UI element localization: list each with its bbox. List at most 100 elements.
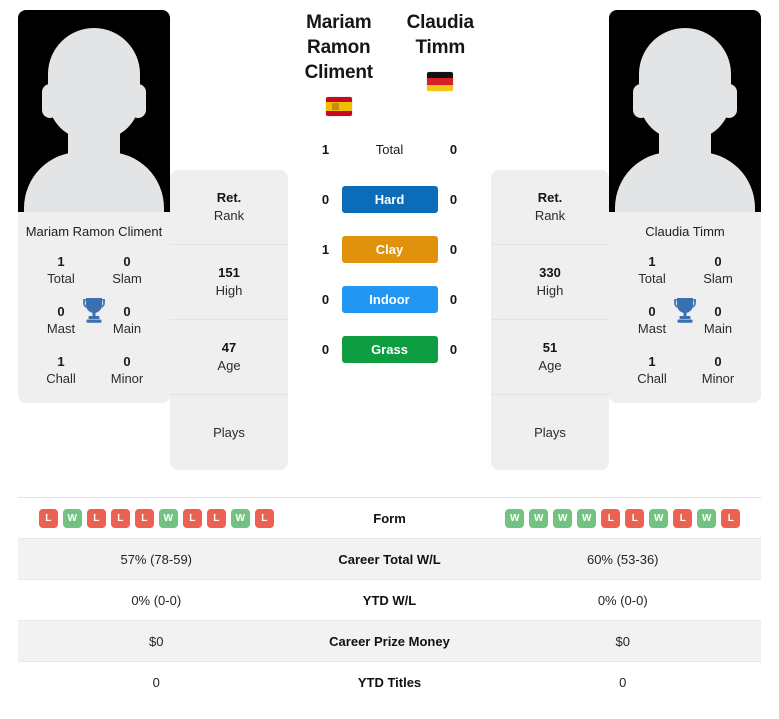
career-total-wl-right: 60% (53-36): [586, 551, 659, 567]
form-badge[interactable]: W: [230, 508, 250, 528]
player-stack-left: Ret. Rank 151 High 47 Age Plays: [170, 170, 288, 470]
stack-plays-right: Plays: [534, 424, 566, 440]
table-row-label: YTD W/L: [362, 592, 417, 608]
titles-row-3-right: 1 Chall 0 Minor: [613, 353, 757, 387]
surface-row-indoor: 0 Indoor 0: [318, 286, 462, 313]
form-badge[interactable]: L: [254, 508, 274, 528]
table-row-ytd-wl: 0% (0-0) YTD W/L 0% (0-0): [18, 580, 761, 621]
titles-slam-right: 0 Slam: [703, 254, 733, 286]
center-column: Mariam Ramon Climent Claudia Timm 1 Tota…: [288, 10, 491, 363]
titles-row-3-left: 1 Chall 0 Minor: [22, 353, 166, 387]
trophy-icon: [81, 296, 107, 324]
player-stack-right: Ret. Rank 330 High 51 Age Plays: [491, 170, 609, 470]
surface-grass-right-value: 0: [449, 342, 458, 357]
form-badge[interactable]: L: [721, 508, 741, 528]
surface-clay-right-value: 0: [449, 242, 458, 257]
stack-age-right: 51 Age: [491, 320, 609, 395]
form-badge[interactable]: W: [158, 508, 178, 528]
surface-hard-left-value: 0: [321, 192, 330, 207]
surface-row-hard: 0 Hard 0: [318, 186, 462, 213]
titles-chall-left: 1 Chall: [46, 354, 76, 386]
career-prize-money-right: $0: [615, 633, 630, 649]
avatar-body-icon: [615, 152, 755, 212]
ytd-titles-left: 0: [152, 675, 160, 690]
surface-row-grass: 0 Grass 0: [318, 336, 462, 363]
form-badges-right: WWWWLLWLWL: [485, 508, 762, 528]
titles-mast-right: 0 Mast: [637, 304, 667, 336]
form-badge[interactable]: W: [577, 508, 597, 528]
table-row-career-total-wl: 57% (78-59) Career Total W/L 60% (53-36): [18, 539, 761, 580]
table-row-ytd-titles: 0 YTD Titles 0: [18, 662, 761, 703]
player-title-right: Claudia Timm: [390, 10, 492, 91]
avatar-ear-right-icon: [130, 84, 146, 118]
form-badge[interactable]: L: [110, 508, 130, 528]
titles-chall-right: 1 Chall: [637, 354, 667, 386]
titles-minor-right: 0 Minor: [701, 354, 735, 386]
career-prize-money-left: $0: [149, 633, 164, 649]
player-title-left: Mariam Ramon Climent: [288, 10, 390, 116]
form-badge[interactable]: W: [553, 508, 573, 528]
player-comparison-page: Mariam Ramon Climent 1 Total 0 Slam 0 Ma…: [0, 0, 779, 719]
stack-high-right: 330 High: [491, 245, 609, 320]
surface-clay-pill[interactable]: Clay: [341, 236, 438, 263]
table-row-career-prize-money: $0 Career Prize Money $0: [18, 621, 761, 662]
surface-indoor-pill[interactable]: Indoor: [341, 286, 438, 313]
surface-row-total: 1 Total 0: [318, 136, 462, 163]
surface-total-left-value: 1: [321, 142, 330, 157]
form-badge[interactable]: W: [697, 508, 717, 528]
surface-total-label: Total: [375, 142, 404, 157]
titles-main-left: 0 Main: [112, 304, 142, 336]
titles-main-right: 0 Main: [703, 304, 733, 336]
surface-row-clay: 1 Clay 0: [318, 236, 462, 263]
surface-grass-left-value: 0: [321, 342, 330, 357]
titles-row-1-left: 1 Total 0 Slam: [22, 253, 166, 287]
form-badge[interactable]: L: [601, 508, 621, 528]
ytd-wl-left: 0% (0-0): [131, 592, 182, 608]
flag-spain-icon: [325, 97, 352, 116]
player-avatar-left: [18, 10, 170, 212]
stack-rank-left: Ret. Rank: [170, 170, 288, 245]
form-badges-left: LWLLLWLLWL: [18, 508, 295, 528]
player-card-right: Claudia Timm 1 Total 0 Slam 0 Mast 0 Mai…: [609, 10, 761, 403]
form-badge[interactable]: L: [38, 508, 58, 528]
ytd-wl-right: 0% (0-0): [597, 592, 648, 608]
surface-hard-right-value: 0: [449, 192, 458, 207]
surface-clay-left-value: 1: [321, 242, 330, 257]
form-badge[interactable]: L: [206, 508, 226, 528]
surface-total-right-value: 0: [449, 142, 458, 157]
avatar-body-icon: [24, 152, 164, 212]
surface-indoor-left-value: 0: [321, 292, 330, 307]
form-badge[interactable]: L: [625, 508, 645, 528]
surface-breakdown: 1 Total 0 0 Hard 0 1 Clay 0 0 Indoor 0 0…: [318, 136, 462, 363]
form-badge[interactable]: W: [62, 508, 82, 528]
stack-high-left: 151 High: [170, 245, 288, 320]
form-badge[interactable]: L: [86, 508, 106, 528]
titles-row-1-right: 1 Total 0 Slam: [613, 253, 757, 287]
surface-grass-pill[interactable]: Grass: [341, 336, 438, 363]
table-row-form: LWLLLWLLWL Form WWWWLLWLWL: [18, 498, 761, 539]
player-name-caption-left: Mariam Ramon Climent: [25, 224, 163, 239]
flag-germany-icon: [427, 72, 454, 91]
player-name-caption-right: Claudia Timm: [645, 224, 725, 239]
comparison-stats-table: LWLLLWLLWL Form WWWWLLWLWL 57% (78-59) C…: [18, 497, 761, 703]
player-names-row: Mariam Ramon Climent Claudia Timm: [288, 10, 491, 116]
stack-age-left: 47 Age: [170, 320, 288, 395]
avatar-ear-right-icon: [721, 84, 737, 118]
form-badge[interactable]: L: [134, 508, 154, 528]
surface-hard-pill[interactable]: Hard: [341, 186, 438, 213]
ytd-titles-right: 0: [619, 675, 627, 690]
table-row-label: Career Total W/L: [338, 551, 441, 567]
form-badge[interactable]: L: [673, 508, 693, 528]
player-avatar-right: [609, 10, 761, 212]
avatar-ear-left-icon: [633, 84, 649, 118]
surface-indoor-right-value: 0: [449, 292, 458, 307]
table-row-label: Career Prize Money: [329, 633, 450, 649]
form-badge[interactable]: W: [505, 508, 525, 528]
titles-total-right: 1 Total: [638, 254, 666, 286]
titles-grid-left: 1 Total 0 Slam 0 Mast 0 Main 1 Chall 0 M…: [18, 243, 170, 403]
stack-plays-left: Plays: [213, 424, 245, 440]
form-badge[interactable]: W: [529, 508, 549, 528]
form-badge[interactable]: W: [649, 508, 669, 528]
form-badge[interactable]: L: [182, 508, 202, 528]
table-row-label: YTD Titles: [357, 675, 422, 690]
